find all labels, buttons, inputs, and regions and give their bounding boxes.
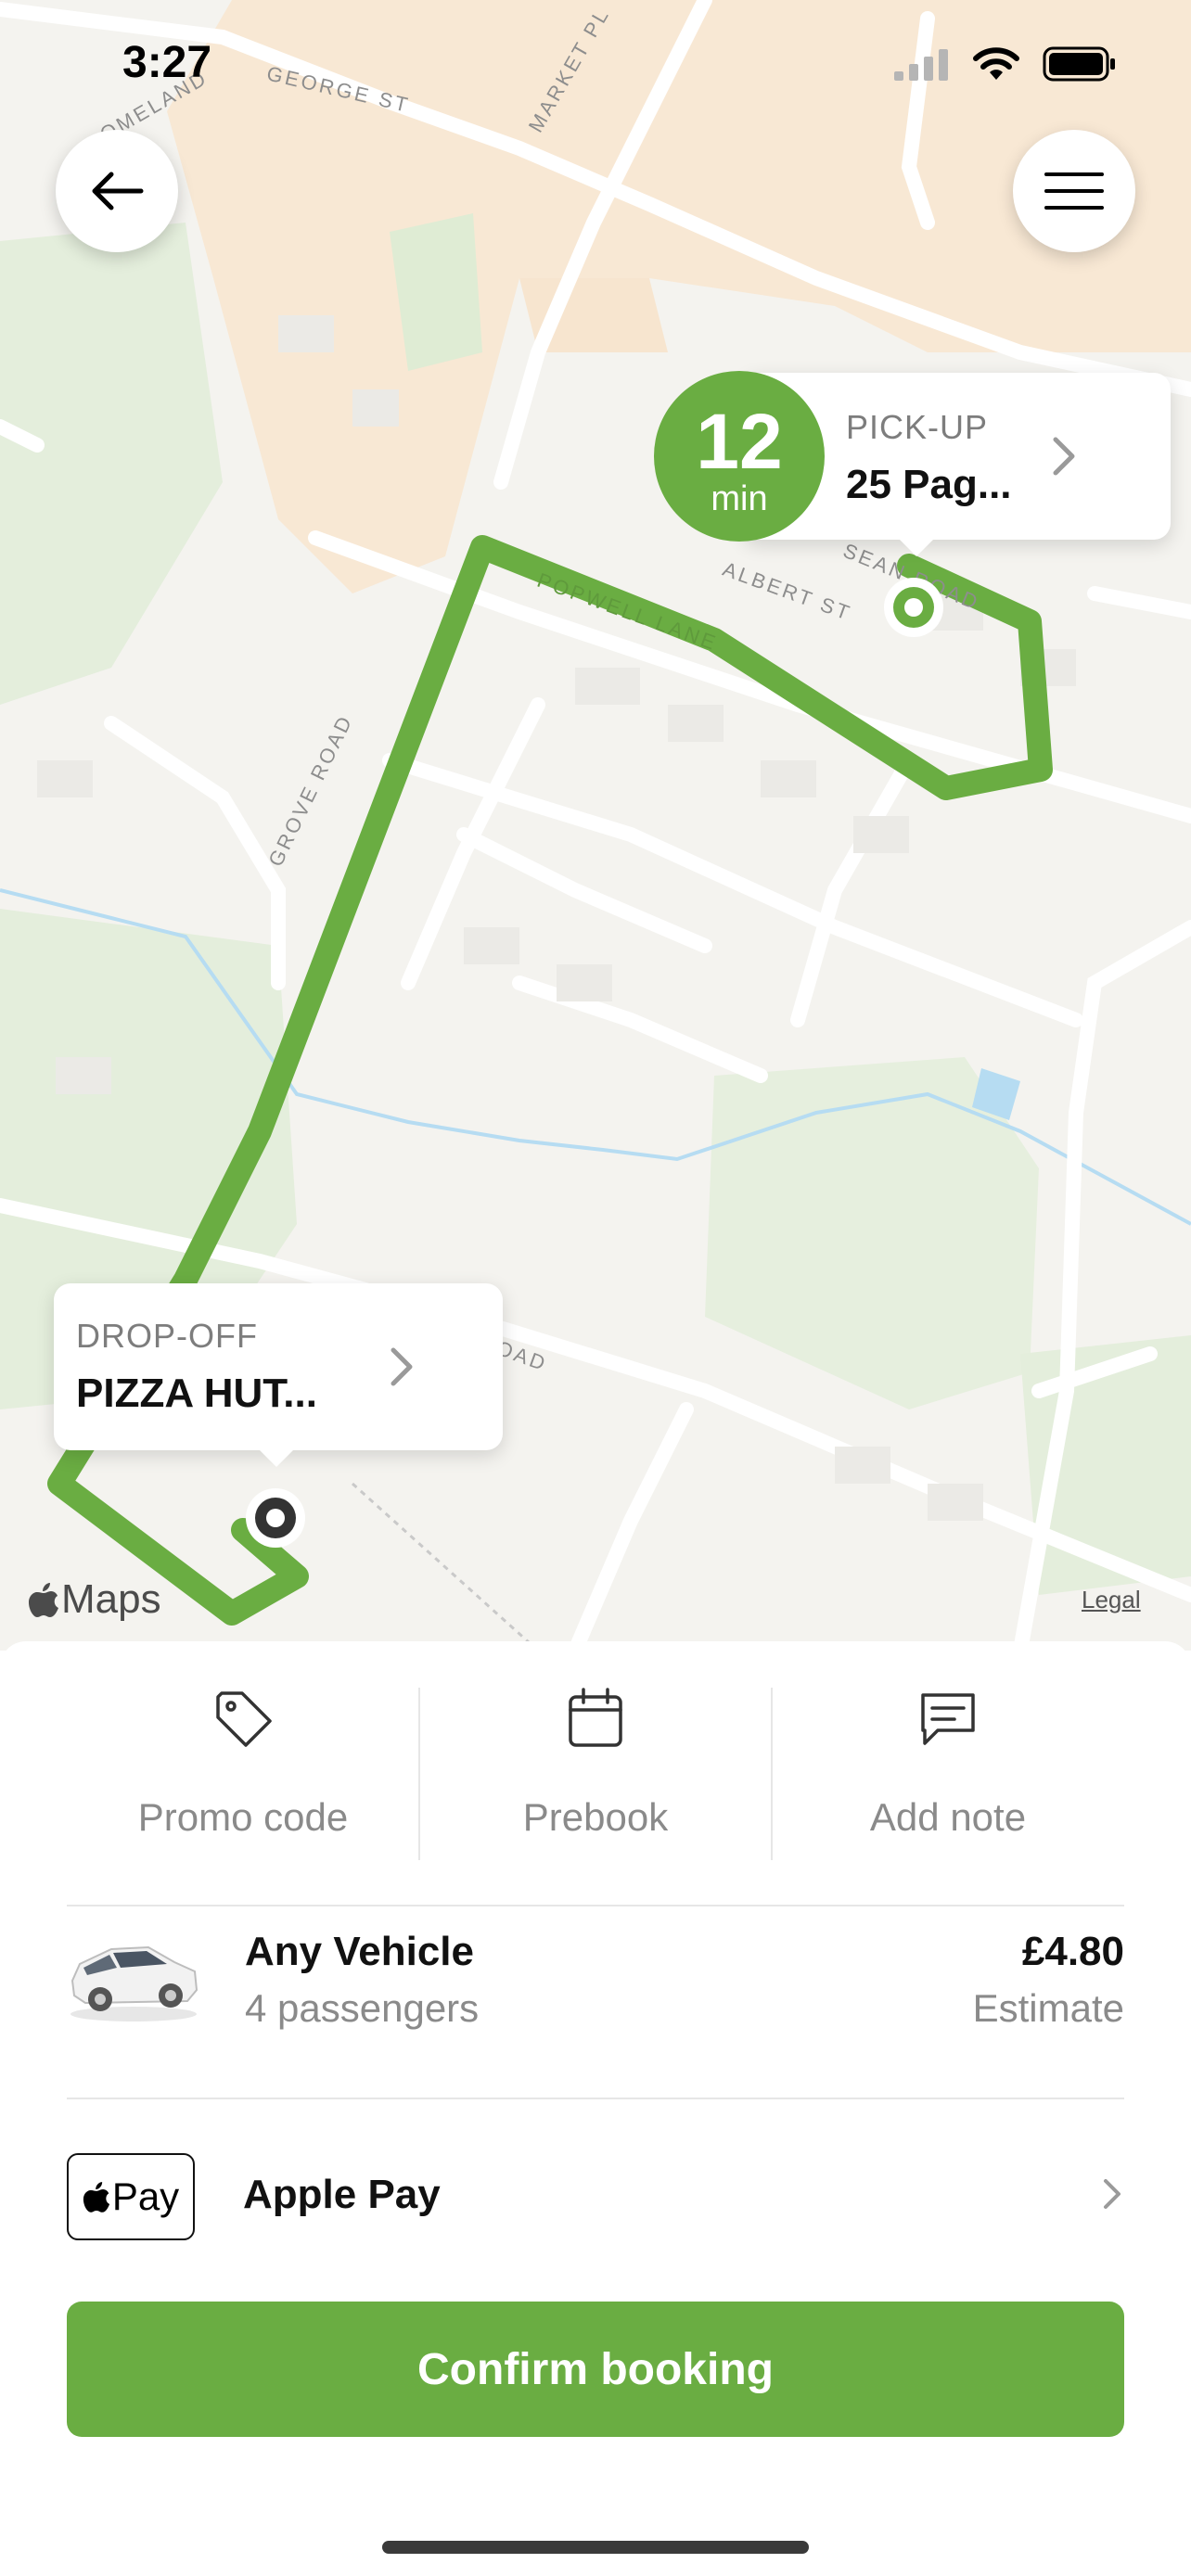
menu-button[interactable] <box>1013 130 1135 252</box>
dropoff-marker[interactable] <box>243 1486 308 1550</box>
home-indicator[interactable] <box>382 2541 809 2554</box>
battery-icon <box>1043 46 1115 82</box>
pickup-eta-badge: 12 min <box>654 371 825 542</box>
arrow-left-icon <box>92 172 144 210</box>
pickup-label: PICK-UP <box>846 408 989 446</box>
prebook-button[interactable]: Prebook <box>419 1686 772 1864</box>
apple-pay-badge: Pay <box>67 2153 195 2240</box>
calendar-icon <box>569 1688 622 1747</box>
chevron-right-icon <box>391 1347 413 1386</box>
action-bar: Promo code Prebook Add note <box>67 1686 1124 1864</box>
vehicle-name: Any Vehicle <box>245 1929 475 1974</box>
back-button[interactable] <box>56 130 178 252</box>
vehicle-row[interactable]: Any Vehicle 4 passengers £4.80 Estimate <box>67 1905 1124 2090</box>
prebook-label: Prebook <box>522 1795 669 1839</box>
legal-link[interactable]: Legal <box>1082 1586 1141 1614</box>
promo-code-button[interactable]: Promo code <box>67 1686 419 1864</box>
chevron-right-icon <box>1104 2179 1121 2209</box>
confirm-booking-button[interactable]: Confirm booking <box>67 2302 1124 2437</box>
promo-code-label: Promo code <box>137 1795 349 1839</box>
add-note-button[interactable]: Add note <box>772 1686 1124 1864</box>
eta-unit: min <box>711 479 768 518</box>
map-view[interactable]: GEORGE ST MARKET PL ALBERT ST GROVE ROAD… <box>0 0 1191 1651</box>
apple-logo-icon <box>29 1583 58 1617</box>
vehicle-passengers: 4 passengers <box>245 1986 480 2030</box>
payment-method-row[interactable]: Pay Apple Pay <box>67 2133 1124 2281</box>
car-image <box>70 1945 198 2021</box>
note-icon <box>921 1693 975 1745</box>
cellular-signal-icon <box>894 49 948 81</box>
apple-pay-badge-text: Pay <box>111 2174 180 2218</box>
maps-logo-text: Maps <box>61 1576 161 1622</box>
booking-sheet: Promo code Prebook Add note Any Vehicle … <box>0 1641 1191 2576</box>
dropoff-address: PIZZA HUT... <box>76 1371 317 1416</box>
eta-number: 12 <box>696 398 783 485</box>
chevron-right-icon <box>1053 437 1075 476</box>
payment-method-label: Apple Pay <box>243 2172 441 2217</box>
vehicle-price: £4.80 <box>1021 1929 1124 1974</box>
status-icons <box>894 46 1117 82</box>
dropoff-callout[interactable]: DROP-OFF PIZZA HUT... <box>54 1283 503 1467</box>
dropoff-label: DROP-OFF <box>76 1317 258 1355</box>
hamburger-menu-icon <box>1044 172 1104 210</box>
pickup-address: 25 Pag... <box>846 462 1012 507</box>
apple-maps-logo: Maps <box>28 1576 161 1623</box>
apple-logo-icon <box>83 2182 109 2213</box>
divider <box>67 2098 1124 2099</box>
divider <box>418 1688 420 1860</box>
callout-tail <box>900 540 933 556</box>
tag-icon <box>216 1691 272 1747</box>
divider <box>771 1688 773 1860</box>
price-estimate-label: Estimate <box>972 1986 1124 2030</box>
status-time: 3:27 <box>122 38 212 87</box>
wifi-icon <box>973 47 1019 80</box>
callout-tail <box>260 1450 293 1467</box>
pickup-marker[interactable] <box>881 575 946 640</box>
add-note-label: Add note <box>869 1795 1027 1839</box>
